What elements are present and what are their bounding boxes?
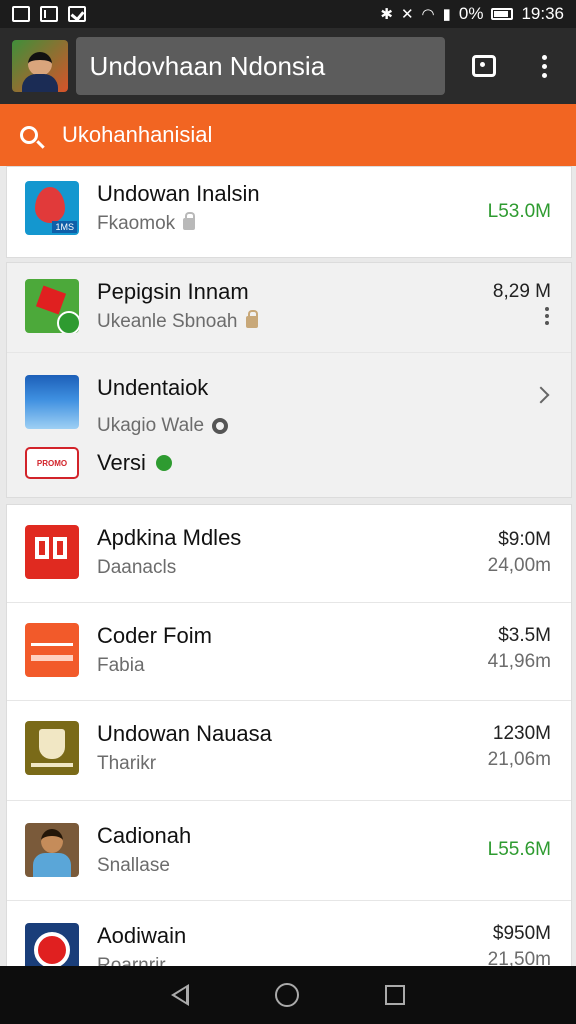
item-value: L53.0M [487,201,551,222]
app-title[interactable]: Undovhaan Ndonsia [75,37,445,95]
list-item-expanded[interactable]: Undentaiok Ukagio Wale PROMO Versi [7,353,571,497]
home-icon[interactable] [275,983,299,1007]
promo-badge-icon: PROMO [25,447,79,480]
item-more-icon[interactable] [545,307,549,325]
red-square-icon [25,525,79,579]
back-icon[interactable] [171,984,189,1006]
red-flower-icon [25,279,79,333]
blue-grid-icon [25,375,79,429]
item-sub: Daanacls [97,557,177,579]
cast-button[interactable] [465,46,505,86]
check-notification-icon [68,6,86,22]
search-bar[interactable]: Ukohanhanisial [0,104,576,166]
red-circle-logo-icon [25,923,79,967]
more-vert-icon [541,54,547,78]
item-sub: Fabia [97,655,145,677]
verified-icon [155,455,172,472]
list-item[interactable]: Pepigsin Innam Ukeanle Sbnoah 8,29 M [7,263,571,353]
item-name: Versi [97,450,146,476]
image-notification-icon [12,6,30,22]
lock-icon [245,310,258,329]
item-sub: Ukeanle Sbnoah [97,311,238,333]
list-card: Apdkina Mdles Daanacls $9:0M 24,00m Code… [6,504,572,968]
app-list: 1MS Undowan Inalsin Fkaomok L53.0M Pepig… [6,166,572,968]
list-card: Pepigsin Innam Ukeanle Sbnoah 8,29 M Und… [6,262,572,498]
list-item[interactable]: Undowan Nauasa Tharikr 1230M 21,06m [7,701,571,801]
item-value: L55.6M [487,839,551,860]
overflow-menu-button[interactable] [524,46,564,86]
avatar[interactable] [12,40,68,92]
app-bar: Undovhaan Ndonsia [0,28,576,104]
mail-notification-icon [40,6,58,22]
info-icon [212,418,229,435]
list-card: 1MS Undowan Inalsin Fkaomok L53.0M [6,166,572,258]
status-bar: ✱ ✕ ◠ ▮ 0% 19:36 [0,0,576,28]
red-pin-icon: 1MS [25,181,79,235]
lock-icon [183,212,196,231]
bluetooth-icon: ✱ [380,6,393,23]
item-sub: Ukagio Wale [97,415,205,437]
battery-percent: 0% [458,4,484,23]
item-value: $950M 21,50m [487,923,551,967]
orange-card-icon [25,623,79,677]
item-value: $9:0M 24,00m [487,529,551,576]
search-text[interactable]: Ukohanhanisial [62,122,212,148]
item-sub: Snallase [97,855,170,877]
item-value: 1230M 21,06m [487,723,551,770]
recents-icon[interactable] [385,985,405,1005]
clock: 19:36 [521,4,564,23]
battery-icon [491,8,514,20]
mute-icon: ✕ [400,6,414,23]
list-item[interactable]: Aodiwain Roarnrir $950M 21,50m [7,901,571,967]
system-nav-bar [0,966,576,1024]
list-item[interactable]: Coder Foim Fabia $3.5M 41,96m [7,603,571,701]
olive-shield-icon [25,721,79,775]
list-item[interactable]: Apdkina Mdles Daanacls $9:0M 24,00m [7,505,571,603]
list-item[interactable]: Cadionah Snallase L55.6M [7,801,571,901]
item-sub: Tharikr [97,753,157,775]
item-value: $3.5M 41,96m [487,625,551,672]
signal-icon: ▮ [442,6,451,23]
person-photo-icon [25,823,79,877]
search-icon [20,126,38,144]
item-sub: Fkaomok [97,213,176,235]
wifi-icon: ◠ [421,6,435,23]
list-item[interactable]: 1MS Undowan Inalsin Fkaomok L53.0M [7,167,571,257]
item-name: Undentaiok [97,375,209,400]
item-value: 8,29 M [492,281,551,302]
cast-icon [472,55,497,77]
